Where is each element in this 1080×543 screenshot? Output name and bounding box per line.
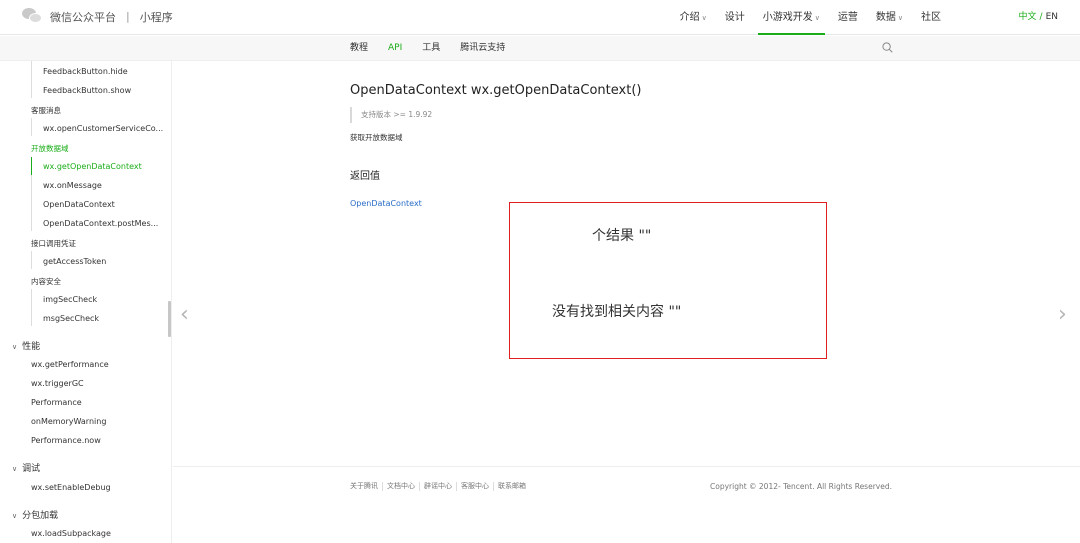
tree-line [31, 61, 32, 98]
logo-subtitle: 小程序 [139, 10, 173, 24]
nav-community[interactable]: 社区 [912, 0, 950, 35]
site-logo[interactable]: 微信公众平台 | 小程序 [22, 8, 173, 25]
subnav-tencent-cloud[interactable]: 腾讯云支持 [450, 36, 515, 61]
chevron-down-icon: ∨ [12, 343, 18, 351]
lang-en[interactable]: EN [1046, 12, 1058, 22]
chevron-down-icon: ∨ [814, 14, 820, 22]
api-description: 获取开放数据域 [350, 133, 403, 142]
version-note: 支持版本 >= 1.9.92 [350, 107, 432, 123]
sidebar-group-access-token[interactable]: 接口调用凭证 [31, 238, 76, 249]
sidebar-item-performance-now[interactable]: Performance.now [31, 436, 101, 445]
sidebar-item-feedbackbutton-show[interactable]: FeedbackButton.show [43, 86, 131, 95]
sidebar-item-performance[interactable]: Performance [31, 398, 82, 407]
return-type-link[interactable]: OpenDataContext [350, 199, 422, 208]
search-result-box: 个结果 "" 没有找到相关内容 "" [509, 202, 827, 359]
subnav-tools[interactable]: 工具 [412, 36, 450, 61]
page-title: OpenDataContext wx.getOpenDataContext() [350, 83, 642, 98]
tree-line [31, 175, 32, 231]
lang-zh[interactable]: 中文 [1019, 12, 1037, 22]
sidebar-section-debug[interactable]: ∨ 调试 [12, 461, 40, 474]
sidebar-item-setenabledebug[interactable]: wx.setEnableDebug [31, 483, 111, 492]
chevron-down-icon: ∨ [12, 512, 18, 520]
subnav-api[interactable]: API [378, 36, 412, 61]
nav-minigame-dev[interactable]: 小游戏开发 ∨ [754, 0, 829, 35]
sidebar-scrollbar[interactable] [168, 301, 171, 337]
lang-slash: / [1039, 12, 1043, 22]
chevron-right-icon[interactable]: › [1058, 302, 1067, 327]
tree-line [31, 251, 32, 269]
footer-link-rumor[interactable]: 辟谣中心 [420, 482, 457, 491]
footer-link-docs[interactable]: 文档中心 [383, 482, 420, 491]
tree-line [31, 289, 32, 326]
sidebar-section-subpackage[interactable]: ∨ 分包加载 [12, 508, 58, 521]
sidebar-group-open-data-context[interactable]: 开放数据域 [31, 143, 69, 154]
sub-nav: 教程 API 工具 腾讯云支持 [340, 36, 515, 61]
sidebar-item-opendatacontext[interactable]: OpenDataContext [43, 200, 115, 209]
sidebar-item-onmemorywarning[interactable]: onMemoryWarning [31, 417, 106, 426]
search-icon[interactable] [882, 42, 893, 53]
nav-operations[interactable]: 运营 [829, 0, 867, 35]
top-header: 微信公众平台 | 小程序 介绍 ∨ 设计 小游戏开发 ∨ 运营 数据 ∨ 社区 中文 /… [0, 0, 1080, 35]
copyright: Copyright © 2012- Tencent. All Rights Re… [710, 482, 892, 491]
chevron-left-icon[interactable]: ‹ [180, 302, 189, 327]
subnav-tutorial[interactable]: 教程 [340, 36, 378, 61]
no-result-text: 没有找到相关内容 "" [552, 304, 682, 320]
tree-line [31, 118, 32, 136]
active-tree-line [31, 157, 32, 175]
sidebar-item-msgseccheck[interactable]: msgSecCheck [43, 314, 99, 323]
sidebar: FeedbackButton.hide FeedbackButton.show … [0, 61, 172, 543]
result-count-text: 个结果 "" [592, 228, 652, 244]
language-switch: 中文 / EN [1019, 0, 1058, 35]
footer-links: 关于腾讯 文档中心 辟谣中心 客服中心 联系邮箱 [350, 482, 530, 491]
chevron-down-icon: ∨ [897, 14, 903, 22]
sidebar-section-performance[interactable]: ∨ 性能 [12, 339, 40, 352]
top-nav: 介绍 ∨ 设计 小游戏开发 ∨ 运营 数据 ∨ 社区 [671, 0, 950, 35]
sidebar-item-opendatacontext-postmessage[interactable]: OpenDataContext.postMes... [43, 219, 158, 228]
return-value-heading: 返回值 [350, 171, 380, 182]
nav-intro[interactable]: 介绍 ∨ [671, 0, 716, 35]
footer-link-about[interactable]: 关于腾讯 [350, 482, 383, 491]
logo-text: 微信公众平台 [50, 10, 116, 24]
sidebar-item-loadsubpackage[interactable]: wx.loadSubpackage [31, 529, 111, 538]
chevron-down-icon: ∨ [12, 465, 18, 473]
sidebar-item-getopendatacontext[interactable]: wx.getOpenDataContext [43, 162, 142, 171]
sidebar-item-open-customer-service[interactable]: wx.openCustomerServiceCo... [43, 124, 163, 133]
sidebar-item-triggergc[interactable]: wx.triggerGC [31, 379, 84, 388]
logo-separator: | [126, 10, 130, 23]
sidebar-item-feedbackbutton-hide[interactable]: FeedbackButton.hide [43, 67, 128, 76]
sidebar-item-getaccesstoken[interactable]: getAccessToken [43, 257, 106, 266]
nav-data[interactable]: 数据 ∨ [867, 0, 912, 35]
sub-nav-bar: 教程 API 工具 腾讯云支持 [0, 36, 1080, 61]
chevron-down-icon: ∨ [701, 14, 707, 22]
footer-link-service[interactable]: 客服中心 [457, 482, 494, 491]
footer: 关于腾讯 文档中心 辟谣中心 客服中心 联系邮箱 Copyright © 201… [173, 466, 1080, 543]
nav-design[interactable]: 设计 [716, 0, 754, 35]
sidebar-item-imgseccheck[interactable]: imgSecCheck [43, 295, 97, 304]
footer-link-email[interactable]: 联系邮箱 [494, 482, 530, 491]
sidebar-group-content-security[interactable]: 内容安全 [31, 276, 61, 287]
sidebar-item-onmessage[interactable]: wx.onMessage [43, 181, 102, 190]
wechat-logo-icon [22, 8, 42, 25]
sidebar-group-customer-service[interactable]: 客服消息 [31, 105, 61, 116]
sidebar-item-getperformance[interactable]: wx.getPerformance [31, 360, 109, 369]
